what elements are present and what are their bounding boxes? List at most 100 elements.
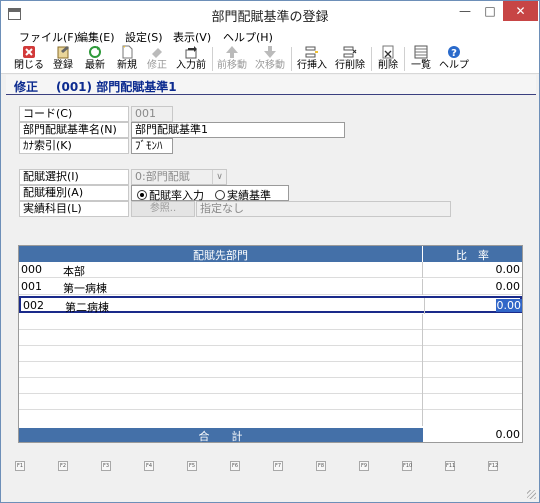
close-window-button[interactable]: ✕: [503, 1, 538, 21]
new-button[interactable]: 新規: [113, 44, 141, 74]
f3-key[interactable]: F3: [101, 461, 111, 471]
toolbar-separator: [291, 47, 292, 71]
maximize-button[interactable]: □: [478, 1, 502, 21]
allocation-type-radio-group: 配賦率入力 実績基準: [131, 185, 289, 202]
list-button[interactable]: 一覧: [408, 44, 434, 74]
insert-row-button[interactable]: 行挿入: [295, 44, 329, 74]
row-rate[interactable]: 0.00: [425, 299, 522, 312]
column-divider: [422, 346, 423, 362]
header-rate: 比 率: [456, 249, 489, 262]
mode-bar: 修正 (001) 部門配賦基準1: [6, 75, 536, 95]
delete-row-button[interactable]: 行削除: [333, 44, 367, 74]
f4-key[interactable]: F4: [144, 461, 154, 471]
register-button[interactable]: 登録: [49, 44, 77, 74]
prev-move-button[interactable]: 前移動: [215, 44, 249, 74]
refresh-button-label: 最新: [85, 60, 105, 71]
f11-key[interactable]: F11: [445, 461, 455, 471]
next-move-button[interactable]: 次移動: [253, 44, 287, 74]
empty-row[interactable]: [19, 394, 522, 410]
column-divider: [422, 394, 423, 410]
toolbar-separator: [371, 47, 372, 71]
radio-selected-icon: [137, 190, 147, 200]
list-icon: [414, 45, 428, 59]
refresh-icon: [89, 46, 101, 58]
table-row-selected[interactable]: 002 第二病棟 0.00: [19, 296, 522, 314]
f9-key[interactable]: F9: [359, 461, 369, 471]
allocation-select-label: 配賦選択(I): [19, 169, 129, 185]
menu-edit[interactable]: 編集(E): [77, 29, 115, 45]
empty-row[interactable]: [19, 410, 522, 426]
toolbar: 閉じる 登録 最新 新規 修正 入力前 前移動 次移動 行挿入 行削除 削除 一…: [1, 44, 539, 74]
arrow-up-icon: [226, 46, 238, 58]
minimize-button[interactable]: —: [453, 1, 477, 21]
help-button[interactable]: ? ヘルプ: [439, 44, 469, 74]
close-button[interactable]: 閉じる: [14, 44, 44, 74]
f2-key[interactable]: F2: [58, 461, 68, 471]
new-document-icon: [122, 45, 133, 59]
table-row[interactable]: 000 本部 0.00: [19, 262, 522, 278]
empty-row[interactable]: [19, 362, 522, 378]
code-field[interactable]: 001: [131, 106, 173, 122]
empty-row[interactable]: [19, 346, 522, 362]
f10-key[interactable]: F10: [402, 461, 412, 471]
f8-key[interactable]: F8: [316, 461, 326, 471]
delete-row-button-label: 行削除: [335, 60, 365, 71]
f7-key[interactable]: F7: [273, 461, 283, 471]
empty-row[interactable]: [19, 378, 522, 394]
help-icon: ?: [448, 46, 460, 59]
delete-icon: [382, 45, 394, 59]
name-field[interactable]: 部門配賦基準1: [131, 122, 345, 138]
table-row[interactable]: 001 第一病棟 0.00: [19, 279, 522, 295]
delete-button[interactable]: 削除: [375, 44, 401, 74]
next-move-button-label: 次移動: [255, 60, 285, 71]
reference-button[interactable]: 参照..: [131, 201, 195, 217]
main-window: 部門配賦基準の登録 — □ ✕ ファイル(F) 編集(E) 設定(S) 表示(V…: [0, 0, 540, 503]
menu-settings[interactable]: 設定(S): [125, 29, 163, 45]
f12-key[interactable]: F12: [488, 461, 498, 471]
row-code: 000: [21, 263, 42, 276]
register-button-label: 登録: [53, 60, 73, 71]
modify-button[interactable]: 修正: [144, 44, 170, 74]
empty-row[interactable]: [19, 314, 522, 330]
allocation-select[interactable]: 0:部門配賦 ∨: [131, 169, 227, 185]
record-title: (001) 部門配賦基準1: [56, 80, 177, 94]
grid-header: 配賦先部門 比 率: [19, 246, 522, 262]
resize-grip[interactable]: [527, 490, 536, 499]
row-rate[interactable]: 0.00: [423, 280, 521, 293]
delete-row-icon: [343, 46, 357, 58]
menu-help[interactable]: ヘルプ(H): [223, 29, 273, 45]
empty-row[interactable]: [19, 330, 522, 346]
list-button-label: 一覧: [411, 60, 431, 71]
allocation-select-value: 0:部門配賦: [135, 170, 190, 183]
actual-account-label: 実績科目(L): [19, 201, 129, 217]
toolbar-separator: [212, 47, 213, 71]
mode-label: 修正: [14, 80, 39, 94]
kana-field[interactable]: ﾌﾞﾓﾝﾊ: [131, 138, 173, 154]
f5-key[interactable]: F5: [187, 461, 197, 471]
refresh-button[interactable]: 最新: [81, 44, 109, 74]
total-label: 合 計: [198, 430, 243, 443]
function-key-bar: F1 F2 F3 F4 F5 F6 F7 F8 F9 F10 F11 F12: [1, 461, 539, 477]
menu-view[interactable]: 表示(V): [173, 29, 211, 45]
header-dept: 配賦先部門: [193, 249, 248, 262]
code-label: コード(C): [19, 106, 129, 122]
menu-file[interactable]: ファイル(F): [19, 29, 78, 45]
f6-key[interactable]: F6: [230, 461, 240, 471]
menu-bar: ファイル(F) 編集(E) 設定(S) 表示(V) ヘルプ(H): [1, 28, 539, 44]
actual-account-field[interactable]: 指定なし: [196, 201, 451, 217]
register-icon: [57, 46, 69, 59]
column-divider: [422, 362, 423, 378]
before-input-button[interactable]: 入力前: [173, 44, 209, 74]
allocation-type-label: 配賦種別(A): [19, 185, 129, 201]
row-name: 第一病棟: [63, 282, 107, 295]
close-red-x-icon: [23, 46, 35, 58]
column-divider: [422, 378, 423, 394]
insert-row-icon: [305, 46, 318, 58]
title-bar[interactable]: 部門配賦基準の登録 — □ ✕: [1, 1, 539, 28]
row-rate-selected-value: 0.00: [495, 299, 522, 312]
row-rate[interactable]: 0.00: [423, 263, 521, 276]
toolbar-separator: [404, 47, 405, 71]
delete-button-label: 削除: [378, 60, 398, 71]
f1-key[interactable]: F1: [15, 461, 25, 471]
row-code: 002: [23, 299, 44, 312]
